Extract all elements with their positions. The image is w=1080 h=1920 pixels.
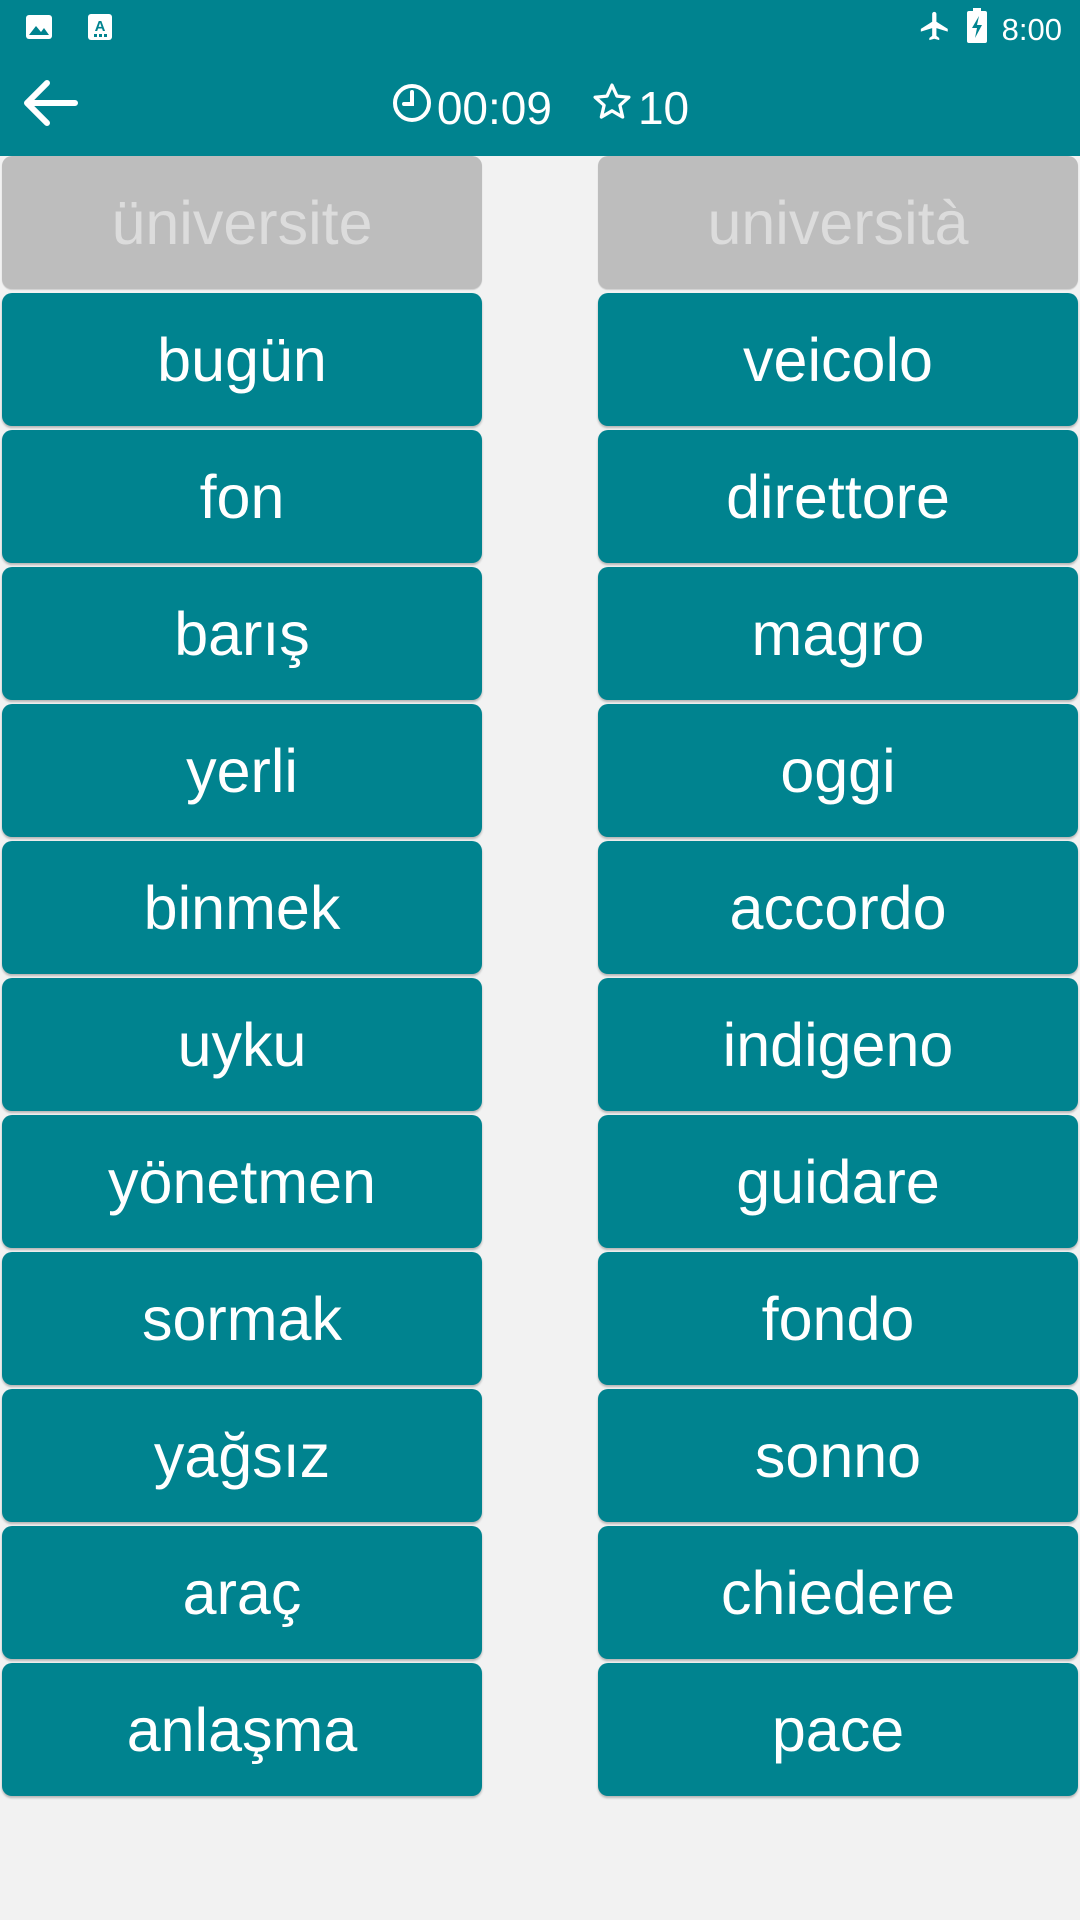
turkish-word-tile[interactable]: sormak — [2, 1252, 482, 1385]
turkish-column: üniversite bugün fon barış yerli binmek uyku yö… — [2, 156, 482, 1800]
app-bar: 00:09 10 — [0, 54, 1080, 156]
italian-column: università veicolo direttore magro oggi accor… — [598, 156, 1078, 1800]
turkish-word-tile[interactable]: fon — [2, 430, 482, 563]
status-right: 8:00 — [918, 8, 1062, 52]
header-stats: 00:09 10 — [0, 80, 1080, 135]
italian-word-tile[interactable]: sonno — [598, 1389, 1078, 1522]
font-download-icon: A — [86, 12, 114, 47]
timer-value: 00:09 — [436, 81, 552, 134]
turkish-word-tile[interactable]: araç — [2, 1526, 482, 1659]
italian-word-tile[interactable]: pace — [598, 1663, 1078, 1796]
turkish-word-tile[interactable]: uyku — [2, 978, 482, 1111]
stars: 10 — [590, 80, 689, 135]
italian-word-tile[interactable]: oggi — [598, 704, 1078, 837]
status-bar: A 8:00 — [0, 0, 1080, 54]
star-outline-icon — [590, 80, 634, 135]
italian-word-tile[interactable]: guidare — [598, 1115, 1078, 1248]
airplane-mode-icon — [918, 9, 952, 51]
turkish-word-tile[interactable]: barış — [2, 567, 482, 700]
status-left: A — [24, 12, 114, 47]
turkish-word-tile[interactable]: yağsız — [2, 1389, 482, 1522]
italian-word-tile[interactable]: magro — [598, 567, 1078, 700]
clock-icon — [391, 81, 433, 135]
italian-word-tile[interactable]: direttore — [598, 430, 1078, 563]
italian-word-tile[interactable]: indigeno — [598, 978, 1078, 1111]
italian-word-tile[interactable]: chiedere — [598, 1526, 1078, 1659]
stars-value: 10 — [637, 81, 690, 134]
italian-word-tile[interactable]: fondo — [598, 1252, 1078, 1385]
turkish-word-tile[interactable]: bugün — [2, 293, 482, 426]
italian-word-tile[interactable]: veicolo — [598, 293, 1078, 426]
status-time: 8:00 — [1001, 12, 1062, 47]
turkish-word-tile: üniversite — [2, 156, 482, 289]
battery-charging-icon — [966, 8, 988, 52]
italian-word-tile[interactable]: accordo — [598, 841, 1078, 974]
turkish-word-tile[interactable]: binmek — [2, 841, 482, 974]
image-icon — [24, 12, 54, 47]
turkish-word-tile[interactable]: anlaşma — [2, 1663, 482, 1796]
turkish-word-tile[interactable]: yerli — [2, 704, 482, 837]
turkish-word-tile[interactable]: yönetmen — [2, 1115, 482, 1248]
italian-word-tile: università — [598, 156, 1078, 289]
svg-text:A: A — [95, 18, 106, 35]
timer: 00:09 — [391, 81, 552, 135]
